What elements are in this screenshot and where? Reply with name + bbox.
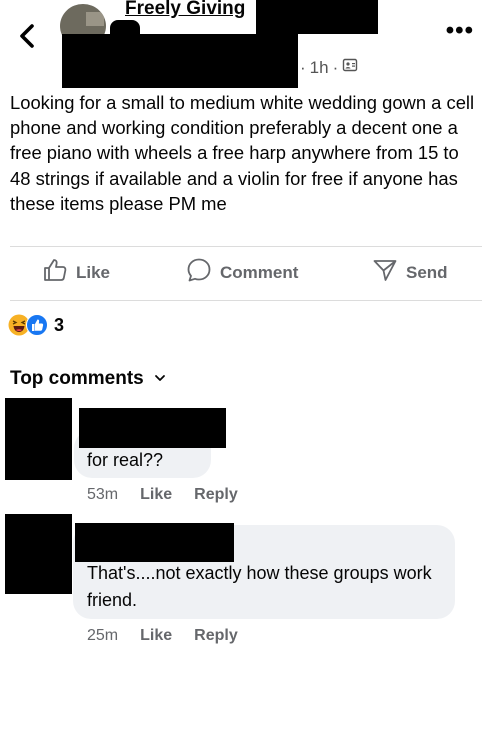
more-options-icon[interactable]: ••• (446, 19, 474, 43)
redacted-poster-name (62, 34, 298, 88)
reactions-summary[interactable]: 3 (8, 314, 64, 336)
post-action-bar: Like Comment Send (0, 257, 492, 291)
comment-reply-button[interactable]: Reply (194, 486, 238, 504)
send-button[interactable]: Send (372, 257, 448, 288)
redacted-block (256, 0, 378, 34)
send-label: Send (406, 262, 448, 282)
comment-time: 53m (87, 486, 119, 503)
comment-like-button[interactable]: Like (140, 486, 172, 504)
comment-text: That's....not exactly how these groups w… (87, 563, 432, 610)
meta-separator: · (300, 57, 306, 77)
thumbs-up-icon (42, 257, 68, 288)
comment-label: Comment (220, 262, 299, 282)
commenter-avatar[interactable] (5, 514, 72, 594)
send-icon (372, 257, 398, 288)
redacted-commenter-name (79, 408, 226, 448)
redacted-commenter-name (75, 523, 234, 562)
top-comments-label: Top comments (10, 368, 144, 389)
commenter-avatar[interactable] (5, 398, 72, 480)
top-comments-filter[interactable]: Top comments (10, 368, 166, 390)
comment-text: for real?? (87, 450, 164, 470)
comment-reply-button[interactable]: Reply (194, 627, 238, 645)
back-arrow-icon[interactable] (14, 20, 42, 52)
group-avatar-image (86, 12, 104, 26)
chevron-down-icon (154, 368, 166, 390)
meta-separator: · (332, 57, 339, 77)
comment-like-button[interactable]: Like (140, 627, 172, 645)
group-privacy-icon (342, 57, 358, 78)
post-text: Looking for a small to medium white wedd… (10, 92, 475, 214)
like-reaction-icon (26, 314, 48, 336)
divider (10, 300, 482, 301)
post-time[interactable]: 1h (310, 58, 329, 78)
reaction-count: 3 (54, 314, 65, 335)
like-button[interactable]: Like (42, 257, 110, 288)
group-name[interactable]: Freely Giving (125, 0, 245, 20)
divider (10, 246, 482, 247)
comment-meta: 25m Like Reply (87, 627, 238, 645)
comment-time: 25m (87, 627, 119, 644)
like-label: Like (76, 262, 111, 282)
comment-bubble-icon (186, 257, 212, 288)
redacted-block (110, 20, 140, 34)
comment-button[interactable]: Comment (186, 257, 298, 288)
post-meta: · 1h · (300, 57, 358, 78)
comment-meta: 53m Like Reply (87, 486, 238, 504)
